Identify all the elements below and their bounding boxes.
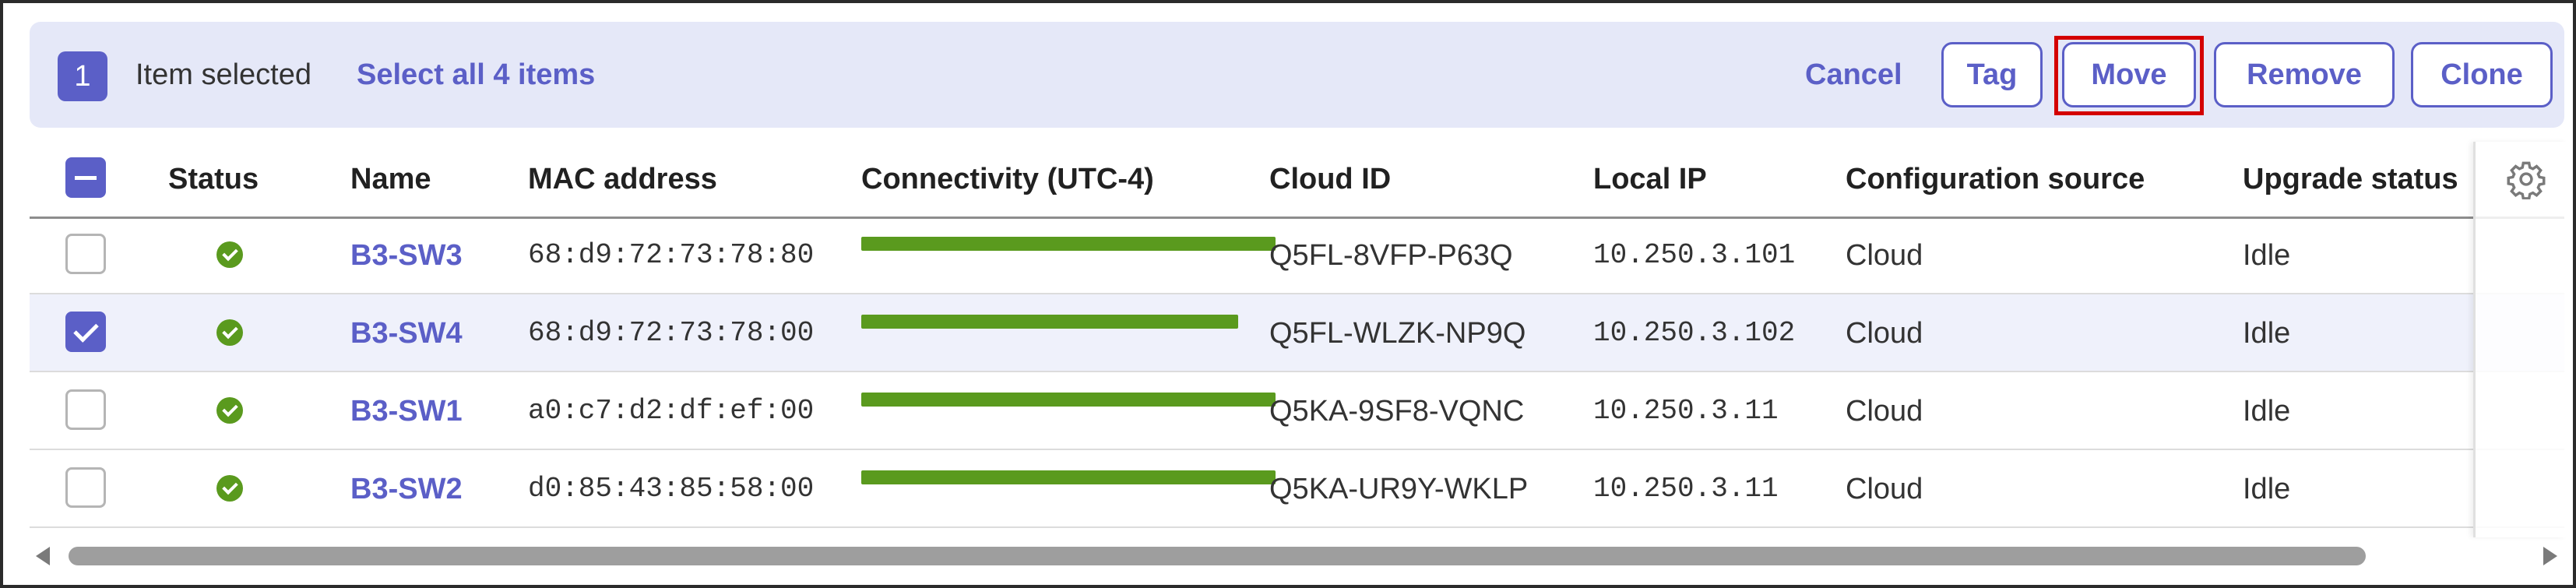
config-source: Cloud: [1846, 395, 1923, 428]
table-row[interactable]: B3-SW4 68:d9:72:73:78:00 Q5FL-WLZK-NP9Q …: [30, 294, 2564, 372]
scroll-right-arrow-icon[interactable]: [2543, 547, 2557, 565]
check-circle-icon: [216, 397, 243, 424]
table-row[interactable]: B3-SW1 a0:c7:d2:df:ef:00 Q5KA-9SF8-VQNC …: [30, 372, 2564, 450]
check-circle-icon: [216, 319, 243, 346]
column-header-mac[interactable]: MAC address: [528, 160, 717, 198]
table-row[interactable]: B3-SW3 68:d9:72:73:78:80 Q5FL-8VFP-P63Q …: [30, 217, 2564, 294]
tag-button[interactable]: Tag: [1941, 42, 2043, 107]
table-row[interactable]: B3-SW2 d0:85:43:85:58:00 Q5KA-UR9Y-WKLP …: [30, 450, 2564, 528]
column-header-local-ip[interactable]: Local IP: [1593, 160, 1707, 198]
check-circle-icon: [216, 241, 243, 268]
local-ip: 10.250.3.11: [1593, 473, 1779, 505]
local-ip: 10.250.3.11: [1593, 395, 1779, 427]
upgrade-status: Idle: [2243, 395, 2291, 428]
local-ip: 10.250.3.102: [1593, 317, 1796, 349]
horizontal-scrollbar[interactable]: [30, 540, 2564, 572]
select-all-checkbox[interactable]: [65, 157, 106, 198]
gear-icon[interactable]: [2506, 159, 2546, 199]
scrollbar-thumb[interactable]: [69, 547, 2366, 565]
cloud-id: Q5KA-UR9Y-WKLP: [1269, 473, 1529, 505]
mac-address: 68:d9:72:73:78:80: [528, 239, 815, 271]
column-header-connectivity[interactable]: Connectivity (UTC-4): [861, 160, 1154, 198]
local-ip: 10.250.3.101: [1593, 239, 1796, 271]
connectivity-bar-fill: [861, 470, 1276, 484]
device-name-link[interactable]: B3-SW4: [350, 315, 463, 352]
device-name-link[interactable]: B3-SW2: [350, 470, 463, 508]
table-header: Status Name MAC address Connectivity (UT…: [30, 142, 2564, 219]
check-circle-icon: [216, 475, 243, 502]
select-all-link[interactable]: Select all 4 items: [357, 56, 595, 93]
sticky-settings-column: [2473, 142, 2567, 537]
connectivity-bar: [861, 393, 1276, 407]
upgrade-status: Idle: [2243, 473, 2291, 505]
upgrade-status: Idle: [2243, 239, 2291, 272]
column-header-config-source[interactable]: Configuration source: [1846, 160, 2145, 198]
devices-table: Status Name MAC address Connectivity (UT…: [30, 142, 2567, 540]
clone-button[interactable]: Clone: [2411, 42, 2553, 107]
config-source: Cloud: [1846, 317, 1923, 350]
row-checkbox[interactable]: [65, 312, 106, 352]
mac-address: d0:85:43:85:58:00: [528, 473, 815, 505]
column-header-name[interactable]: Name: [350, 160, 431, 198]
connectivity-bar: [861, 470, 1276, 484]
cloud-id: Q5FL-WLZK-NP9Q: [1269, 317, 1526, 350]
device-name-link[interactable]: B3-SW1: [350, 393, 463, 430]
connectivity-bar: [861, 315, 1276, 329]
cloud-id: Q5FL-8VFP-P63Q: [1269, 239, 1513, 272]
move-button-highlight: [2054, 36, 2204, 115]
mac-address: a0:c7:d2:df:ef:00: [528, 395, 815, 427]
app-frame: 1 Item selected Select all 4 items Cance…: [0, 0, 2576, 588]
column-header-cloud-id[interactable]: Cloud ID: [1269, 160, 1391, 198]
cloud-id: Q5KA-9SF8-VQNC: [1269, 395, 1525, 428]
mac-address: 68:d9:72:73:78:00: [528, 317, 815, 349]
row-checkbox[interactable]: [65, 467, 106, 508]
connectivity-bar-fill: [861, 393, 1276, 407]
config-source: Cloud: [1846, 473, 1923, 505]
device-name-link[interactable]: B3-SW3: [350, 237, 463, 274]
connectivity-bar-fill: [861, 237, 1276, 251]
config-source: Cloud: [1846, 239, 1923, 272]
scroll-left-arrow-icon[interactable]: [36, 547, 50, 565]
row-checkbox[interactable]: [65, 389, 106, 430]
connectivity-bar-fill: [861, 315, 1239, 329]
upgrade-status: Idle: [2243, 317, 2291, 350]
connectivity-bar: [861, 237, 1276, 251]
selected-count-badge: 1: [58, 51, 107, 101]
cancel-button[interactable]: Cancel: [1805, 56, 1902, 93]
selected-count-label: Item selected: [135, 58, 311, 91]
remove-button[interactable]: Remove: [2214, 42, 2395, 107]
column-header-upgrade-status[interactable]: Upgrade status: [2243, 160, 2458, 198]
row-checkbox[interactable]: [65, 234, 106, 274]
column-header-status[interactable]: Status: [168, 160, 259, 198]
